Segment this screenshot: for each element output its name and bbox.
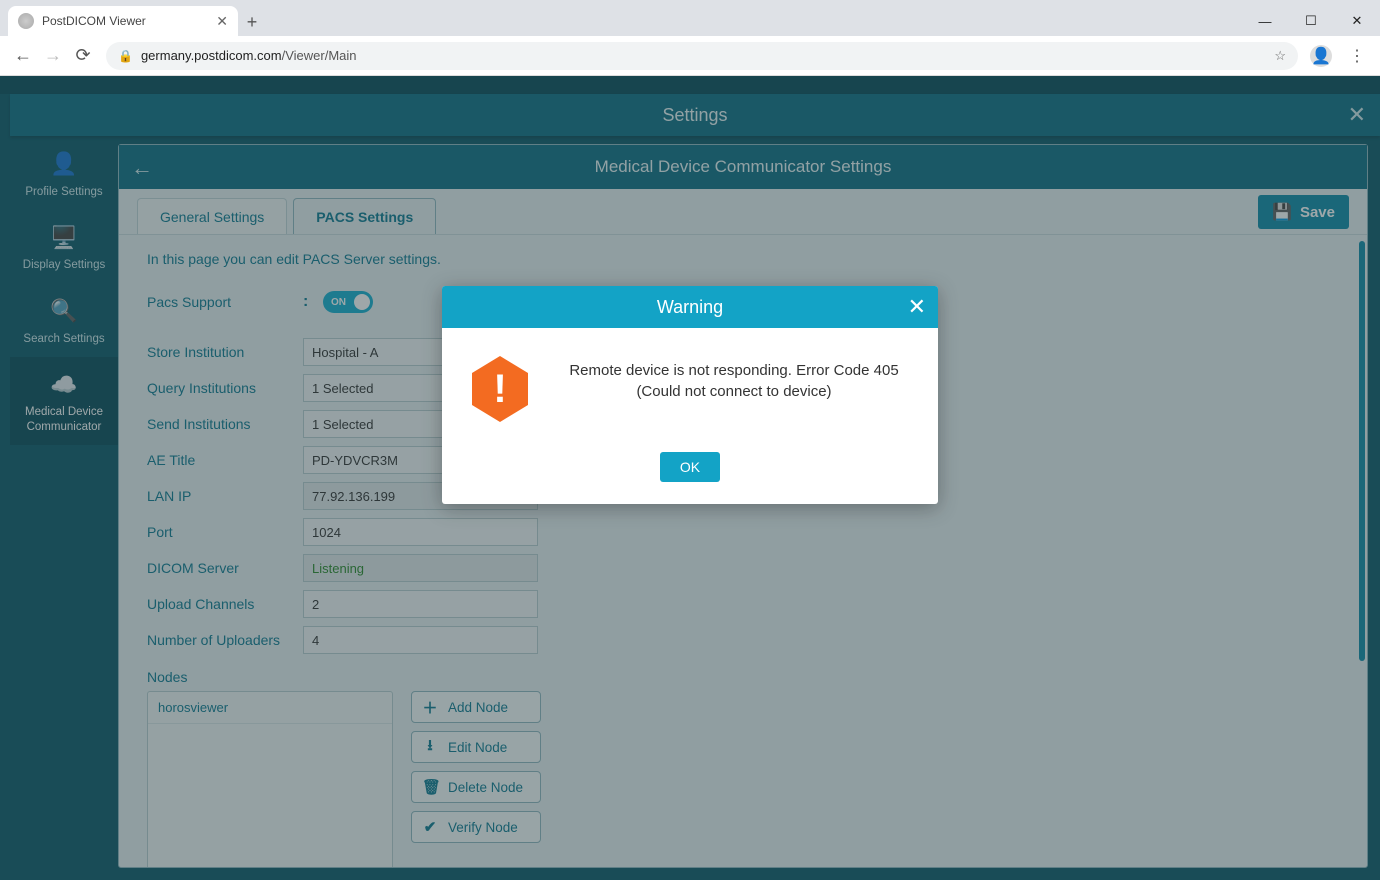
close-window-button[interactable]: ✕ <box>1334 6 1380 36</box>
app-root: Settings ✕ 👤 Profile Settings 🖥️ Display… <box>0 76 1380 880</box>
reload-button[interactable]: ⟳ <box>68 41 98 71</box>
dialog-message: Remote device is not responding. Error C… <box>556 354 912 402</box>
svg-text:!: ! <box>493 367 506 411</box>
forward-button[interactable]: → <box>38 41 68 71</box>
window-controls: — ☐ ✕ <box>1242 6 1380 36</box>
browser-tab[interactable]: PostDICOM Viewer ✕ <box>8 6 238 36</box>
address-bar: ← → ⟳ 🔒 germany.postdicom.com/Viewer/Mai… <box>0 36 1380 76</box>
maximize-button[interactable]: ☐ <box>1288 6 1334 36</box>
browser-menu-icon[interactable]: ⋮ <box>1342 41 1372 71</box>
url-field[interactable]: 🔒 germany.postdicom.com/Viewer/Main ☆ <box>106 42 1298 70</box>
minimize-button[interactable]: — <box>1242 6 1288 36</box>
url-host: germany.postdicom.com <box>141 48 282 63</box>
favicon-icon <box>18 13 34 29</box>
tab-close-icon[interactable]: ✕ <box>216 13 228 30</box>
warning-icon: ! <box>468 354 532 424</box>
lock-icon: 🔒 <box>118 49 133 63</box>
url-path: /Viewer/Main <box>282 48 357 63</box>
browser-titlebar: PostDICOM Viewer ✕ + — ☐ ✕ <box>0 0 1380 36</box>
warning-dialog: Warning ✕ ! Remote device is not respond… <box>442 286 938 504</box>
profile-avatar-icon[interactable]: 👤 <box>1306 41 1336 71</box>
dialog-header: Warning ✕ <box>442 286 938 328</box>
dialog-title: Warning <box>657 297 723 318</box>
dialog-ok-button[interactable]: OK <box>660 452 720 482</box>
back-button[interactable]: ← <box>8 41 38 71</box>
bookmark-star-icon[interactable]: ☆ <box>1274 48 1286 64</box>
new-tab-button[interactable]: + <box>238 8 266 36</box>
dialog-close-icon[interactable]: ✕ <box>908 294 926 320</box>
tab-title: PostDICOM Viewer <box>42 14 146 28</box>
